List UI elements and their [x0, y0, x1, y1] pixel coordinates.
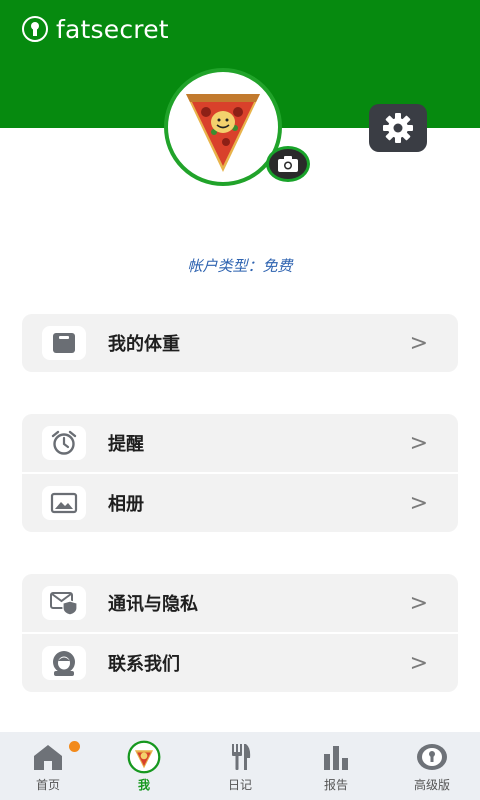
tab-home[interactable]: 首页	[0, 732, 96, 800]
menu-item-contact-us[interactable]: 联系我们 >	[22, 632, 458, 692]
tab-premium[interactable]: 高级版	[384, 732, 480, 800]
menu-item-photo-album[interactable]: 相册 >	[22, 472, 458, 532]
menu-group-weight: 我的体重 >	[22, 314, 458, 372]
menu-item-label: 相册	[108, 494, 144, 515]
pizza-avatar-icon	[127, 740, 161, 774]
scale-icon	[53, 333, 75, 353]
logo-text: fatsecret	[56, 14, 169, 44]
bar-chart-icon	[324, 746, 348, 770]
profile-avatar[interactable]	[164, 68, 312, 186]
account-type-label: 帐户类型：免费	[187, 257, 293, 275]
menu-item-label: 联系我们	[108, 654, 180, 675]
keyhole-logo-icon	[22, 16, 48, 42]
tab-label: 报告	[323, 778, 348, 792]
menu-item-label: 通讯与隐私	[108, 594, 198, 615]
photo-album-icon	[50, 492, 78, 514]
menu-item-label: 提醒	[108, 434, 144, 455]
settings-button[interactable]	[369, 104, 427, 152]
chevron-right-icon: >	[409, 330, 428, 356]
menu-item-label: 我的体重	[108, 334, 180, 355]
tab-label: 高级版	[413, 778, 450, 792]
icon-container	[42, 326, 86, 360]
menu-item-reminders[interactable]: 提醒 >	[22, 414, 458, 472]
menu-group-reminders: 提醒 > 相册 >	[22, 414, 458, 532]
tab-diary[interactable]: 日记	[192, 732, 288, 800]
camera-icon	[278, 156, 298, 172]
chevron-right-icon: >	[409, 490, 428, 516]
premium-badge-icon	[417, 744, 447, 770]
menu-item-privacy[interactable]: 通讯与隐私 >	[22, 574, 458, 632]
avatar-image[interactable]	[164, 68, 282, 186]
tab-label: 日记	[227, 778, 252, 792]
icon-container	[42, 586, 86, 620]
tab-reports[interactable]: 报告	[288, 732, 384, 800]
pizza-slice-icon	[186, 94, 260, 172]
icon-container	[42, 646, 86, 680]
icon-container	[42, 486, 86, 520]
home-icon	[34, 745, 62, 770]
chevron-right-icon: >	[409, 430, 428, 456]
gear-icon	[383, 113, 413, 143]
tab-label: 首页	[35, 778, 60, 792]
menu-item-my-weight[interactable]: 我的体重 >	[22, 314, 458, 372]
bottom-tab-bar: 首页 我 日记 报告 高级版	[0, 732, 480, 800]
fatsecret-logo: fatsecret	[22, 14, 169, 44]
mail-shield-icon	[50, 592, 78, 616]
contact-support-icon	[53, 651, 75, 676]
icon-container	[42, 426, 86, 460]
menu-group-privacy: 通讯与隐私 > 联系我们 >	[22, 574, 458, 692]
chevron-right-icon: >	[409, 590, 428, 616]
notification-dot	[69, 741, 80, 752]
chevron-right-icon: >	[409, 650, 428, 676]
alarm-clock-icon	[51, 430, 77, 455]
change-photo-button[interactable]	[266, 146, 310, 182]
fork-knife-icon	[232, 744, 251, 770]
tab-me[interactable]: 我	[96, 732, 192, 800]
tab-label: 我	[137, 778, 150, 792]
